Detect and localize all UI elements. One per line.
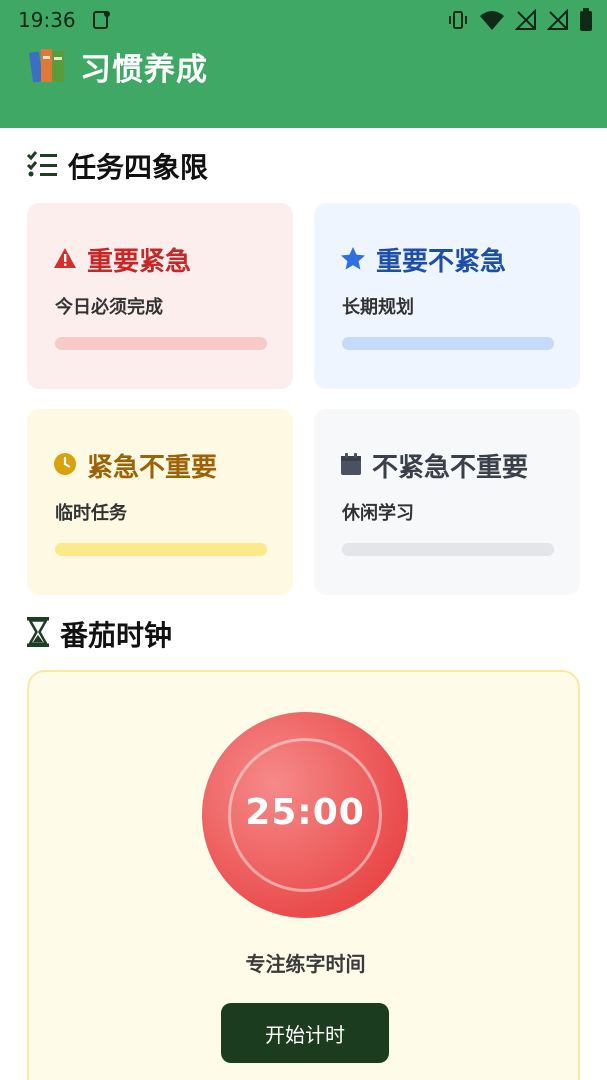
star-icon: [340, 246, 366, 274]
status-time: 19:36: [18, 8, 76, 32]
notification-icon: [92, 10, 112, 34]
card-title: 重要紧急: [87, 247, 192, 277]
wifi-icon: [479, 9, 505, 35]
status-icons: [447, 8, 593, 36]
signal-off-icon: [514, 8, 537, 35]
card-progress-bar: [342, 337, 554, 350]
timer-display: 25:00: [245, 792, 365, 833]
books-icon: [28, 46, 68, 88]
card-subtitle: 长期规划: [342, 297, 414, 318]
card-title: 不紧急不重要: [372, 453, 529, 483]
start-timer-button[interactable]: 开始计时: [221, 1003, 389, 1063]
card-title: 紧急不重要: [87, 453, 218, 483]
title-row: 习惯养成: [28, 44, 208, 89]
battery-icon: [579, 8, 593, 36]
card-subtitle: 临时任务: [55, 503, 127, 524]
app-bar: 19:36 习惯养成: [0, 0, 607, 128]
timer-circle[interactable]: 25:00: [202, 712, 408, 918]
signal-off-icon-2: [546, 8, 569, 35]
quadrant-card-urgent-not-important[interactable]: 紧急不重要 临时任务: [27, 409, 293, 595]
quadrant-section-title: 任务四象限: [68, 151, 209, 184]
card-progress-bar: [342, 543, 554, 556]
quadrant-card-important-not-urgent[interactable]: 重要不紧急 长期规划: [314, 203, 580, 389]
quadrant-card-urgent-important[interactable]: 重要紧急 今日必须完成: [27, 203, 293, 389]
card-title-row: 重要紧急: [53, 241, 191, 278]
quadrant-section-heading: 任务四象限: [26, 146, 208, 186]
pomodoro-section-heading: 番茄时钟: [26, 614, 172, 654]
pomodoro-panel: 25:00 专注练字时间 开始计时: [27, 670, 580, 1080]
calendar-icon: [340, 452, 362, 480]
vibrate-icon: [447, 9, 469, 35]
clock-icon: [53, 452, 77, 480]
hourglass-icon: [26, 616, 50, 652]
checklist-icon: [26, 150, 58, 182]
card-title-row: 重要不紧急: [340, 241, 506, 278]
card-title-row: 不紧急不重要: [340, 447, 528, 484]
warning-icon: [53, 247, 77, 273]
app-title: 习惯养成: [80, 52, 208, 88]
pomodoro-section-title: 番茄时钟: [60, 619, 173, 652]
card-subtitle: 今日必须完成: [55, 297, 163, 318]
quadrant-card-not-urgent-not-important[interactable]: 不紧急不重要 休闲学习: [314, 409, 580, 595]
status-bar: 19:36: [0, 0, 607, 40]
card-title-row: 紧急不重要: [53, 447, 217, 484]
card-subtitle: 休闲学习: [342, 503, 414, 524]
card-progress-bar: [55, 543, 267, 556]
card-progress-bar: [55, 337, 267, 350]
card-title: 重要不紧急: [376, 247, 507, 277]
focus-label: 专注练字时间: [245, 952, 366, 976]
